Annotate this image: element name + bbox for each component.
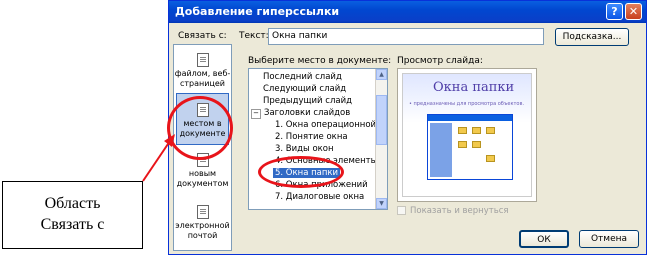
callout-line-1: Область xyxy=(44,195,101,212)
callout-line-2: Связать с xyxy=(40,216,105,233)
callout-box: Область Связать с xyxy=(2,181,143,249)
